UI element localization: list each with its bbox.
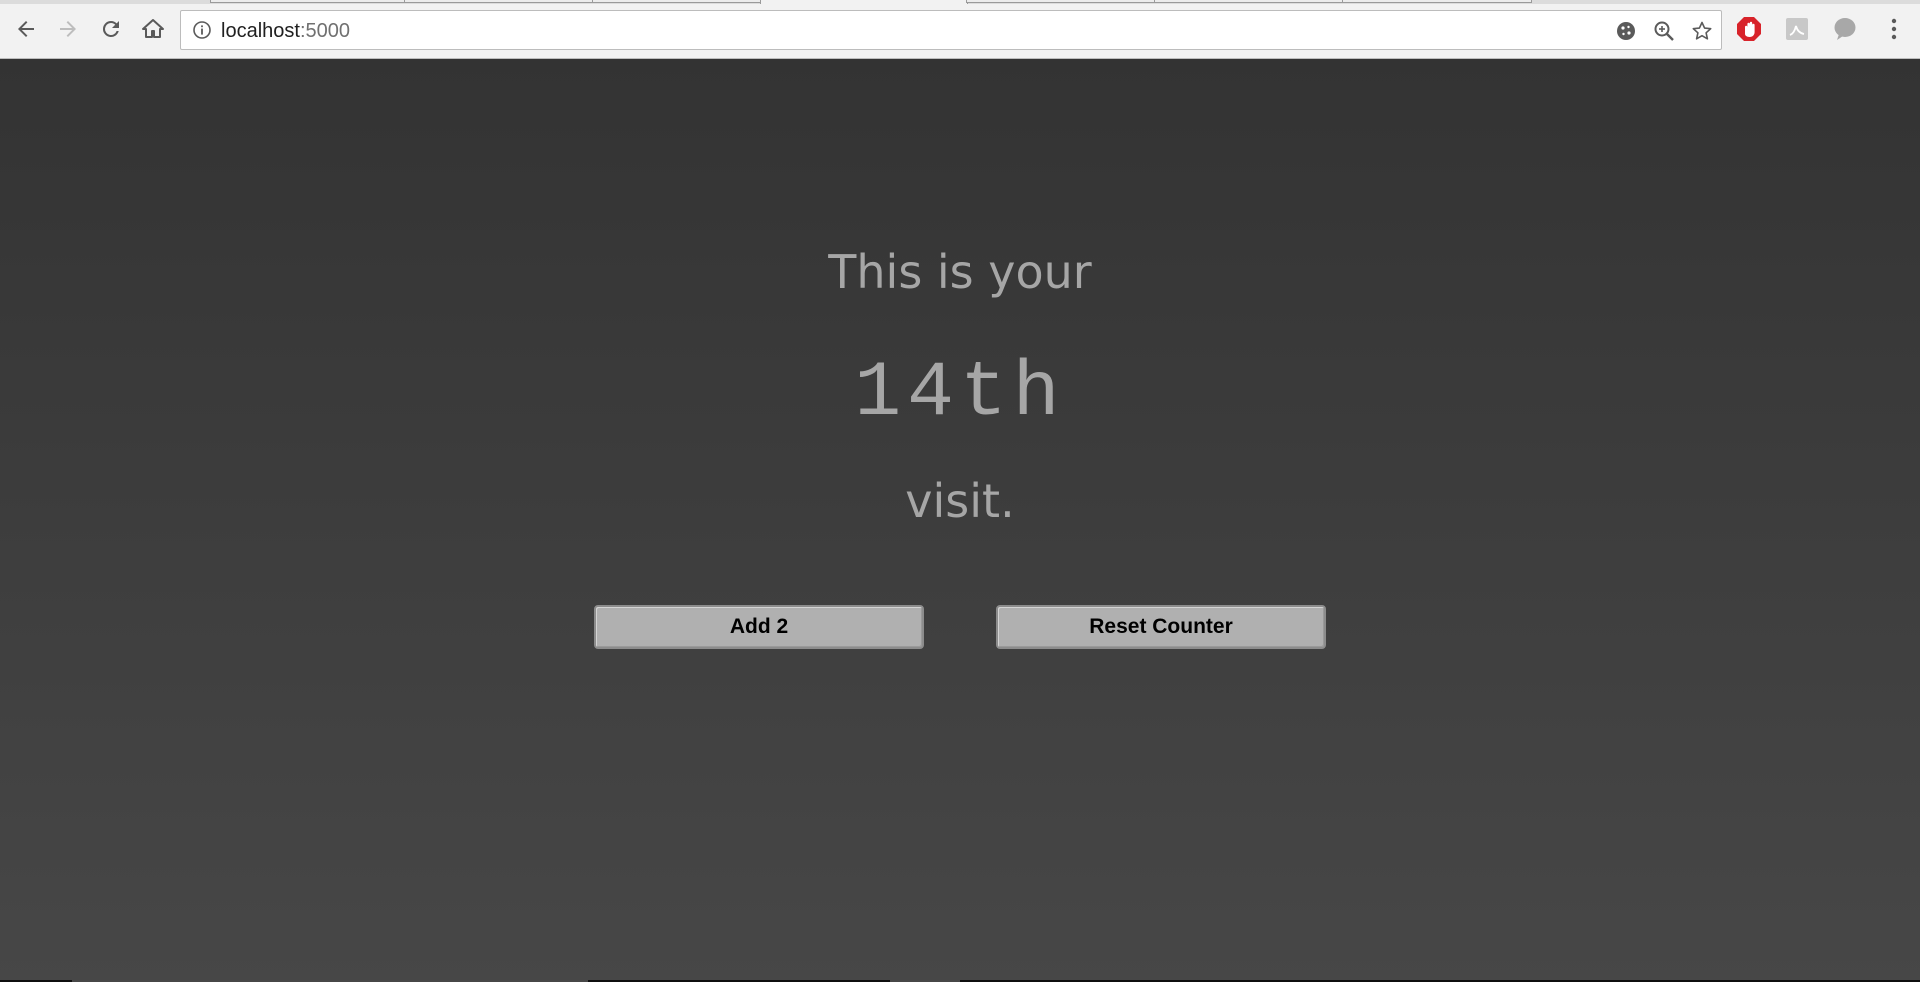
tab[interactable]: [210, 0, 406, 3]
home-icon: [142, 19, 164, 38]
url-host: localhost: [221, 20, 300, 42]
tab[interactable]: [592, 0, 762, 3]
reload-icon: [102, 20, 119, 37]
page-content: This is your 14th visit. Add 2 Reset Cou…: [0, 59, 1920, 982]
visit-suffix-text: visit.: [905, 474, 1015, 528]
browser-toolbar: localhost:5000: [0, 0, 1920, 59]
pdf-icon[interactable]: [1783, 15, 1811, 43]
chat-bubble-icon[interactable]: [1831, 15, 1859, 43]
back-button[interactable]: [10, 13, 42, 45]
url-port: :5000: [299, 20, 350, 42]
tab[interactable]: [1154, 0, 1344, 3]
zoom-in-icon[interactable]: [1653, 20, 1675, 42]
adblock-icon[interactable]: [1735, 15, 1763, 43]
visit-count: 14th: [854, 350, 1066, 438]
reload-button[interactable]: [95, 13, 127, 45]
url-text[interactable]: localhost:5000: [221, 20, 350, 42]
reset-counter-button[interactable]: Reset Counter: [996, 605, 1326, 649]
tab[interactable]: [404, 0, 594, 3]
info-icon[interactable]: [192, 20, 212, 40]
tab-strip: [0, 0, 1920, 4]
address-bar[interactable]: localhost:5000: [180, 10, 1722, 50]
star-icon[interactable]: [1691, 20, 1713, 42]
add-2-button[interactable]: Add 2: [594, 605, 924, 649]
home-button[interactable]: [137, 13, 169, 45]
tab-active[interactable]: [760, 0, 968, 4]
tab[interactable]: [1342, 0, 1532, 3]
tab[interactable]: [966, 0, 1156, 3]
cookie-icon[interactable]: [1615, 20, 1637, 42]
arrow-right-icon: [60, 21, 76, 37]
visit-intro-text: This is your: [828, 245, 1092, 299]
arrow-left-icon: [18, 21, 34, 37]
kebab-menu-icon[interactable]: [1880, 15, 1908, 43]
forward-button[interactable]: [52, 13, 84, 45]
